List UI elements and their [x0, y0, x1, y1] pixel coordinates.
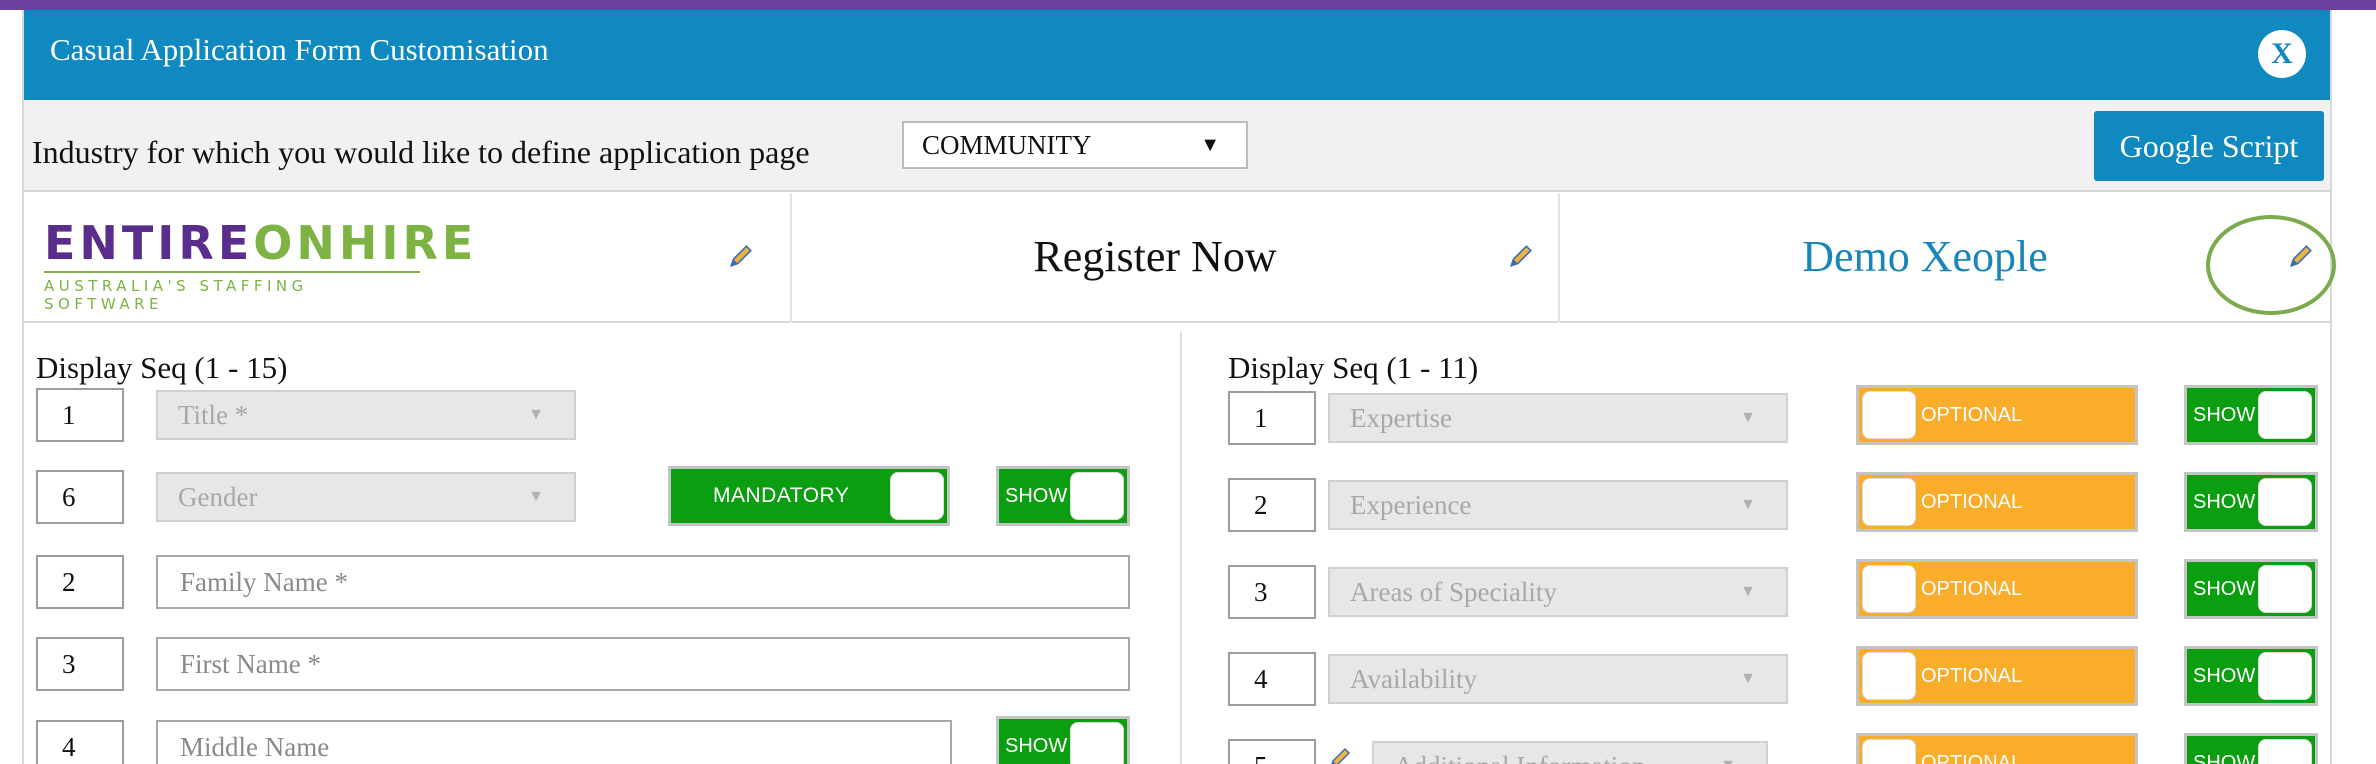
show-toggle[interactable]: SHOW	[2184, 472, 2318, 532]
show-toggle[interactable]: SHOW	[2184, 385, 2318, 445]
column-divider	[1180, 332, 1182, 764]
seq-input[interactable]: 2	[36, 555, 124, 609]
pencil-icon[interactable]	[728, 243, 754, 269]
seq-input[interactable]: 3	[36, 637, 124, 691]
company-logo: ENTIREONHIRE AUSTRALIA'S STAFFING SOFTWA…	[44, 216, 478, 313]
register-heading: Register Now	[1033, 232, 1277, 281]
field-select[interactable]: Experience ▼	[1328, 480, 1788, 530]
show-toggle[interactable]: SHOW	[996, 466, 1130, 526]
field-select[interactable]: Gender ▼	[156, 472, 576, 522]
customisation-modal: Casual Application Form Customisation X …	[22, 10, 2336, 764]
seq-input[interactable]: 1	[1228, 391, 1316, 445]
optional-toggle[interactable]: OPTIONAL	[1856, 733, 2138, 764]
industry-select-value: COMMUNITY	[922, 130, 1092, 160]
pencil-icon[interactable]	[1508, 243, 1534, 269]
family-name-field[interactable]: Family Name *	[156, 555, 1130, 609]
seq-input[interactable]: 2	[1228, 478, 1316, 532]
right-seq-title: Display Seq (1 - 11)	[1228, 350, 1479, 385]
modal-title: Casual Application Form Customisation	[50, 32, 549, 67]
caret-down-icon: ▼	[1740, 583, 1756, 600]
optional-toggle[interactable]: OPTIONAL	[1856, 646, 2138, 706]
caret-down-icon: ▼	[1740, 409, 1756, 426]
middle-name-field[interactable]: Middle Name	[156, 720, 952, 764]
optional-toggle[interactable]: OPTIONAL	[1856, 385, 2138, 445]
seq-input[interactable]: 5	[1228, 739, 1316, 764]
field-select[interactable]: Availability ▼	[1328, 654, 1788, 704]
caret-down-icon: ▼	[528, 406, 544, 423]
highlight-circle	[2206, 215, 2336, 315]
seq-input[interactable]: 1	[36, 388, 124, 442]
seq-input[interactable]: 3	[1228, 565, 1316, 619]
pencil-icon[interactable]	[1328, 746, 1352, 764]
seq-input[interactable]: 6	[36, 470, 124, 524]
caret-down-icon: ▼	[528, 488, 544, 505]
show-toggle[interactable]: SHOW	[2184, 646, 2318, 706]
show-toggle[interactable]: SHOW	[2184, 559, 2318, 619]
industry-select[interactable]: COMMUNITY ▼	[902, 121, 1248, 169]
google-script-button[interactable]: Google Script	[2094, 111, 2324, 181]
company-cell: Demo Xeople	[1560, 193, 2336, 323]
caret-down-icon: ▼	[1720, 743, 1736, 764]
left-seq-title: Display Seq (1 - 15)	[36, 350, 288, 385]
field-select[interactable]: Title * ▼	[156, 390, 576, 440]
caret-down-icon: ▼	[1200, 134, 1220, 156]
industry-label: Industry for which you would like to def…	[32, 134, 810, 170]
register-cell: Register Now	[792, 193, 1560, 323]
logo-cell: ENTIREONHIRE AUSTRALIA'S STAFFING SOFTWA…	[24, 193, 792, 323]
top-accent-bar	[0, 0, 2376, 10]
optional-toggle[interactable]: OPTIONAL	[1856, 559, 2138, 619]
modal-header: Casual Application Form Customisation X	[24, 10, 2330, 100]
mandatory-toggle[interactable]: MANDATORY	[668, 466, 950, 526]
close-button[interactable]: X	[2258, 30, 2306, 78]
show-toggle[interactable]: SHOW	[996, 716, 1130, 764]
first-name-field[interactable]: First Name *	[156, 637, 1130, 691]
field-select[interactable]: Areas of Speciality ▼	[1328, 567, 1788, 617]
seq-input[interactable]: 4	[36, 720, 124, 764]
field-select[interactable]: Additional Information▼	[1372, 741, 1768, 764]
show-toggle[interactable]: SHOW	[2184, 733, 2318, 764]
branding-row: ENTIREONHIRE AUSTRALIA'S STAFFING SOFTWA…	[24, 193, 2336, 323]
pencil-icon[interactable]	[2288, 243, 2314, 269]
caret-down-icon: ▼	[1740, 496, 1756, 513]
optional-toggle[interactable]: OPTIONAL	[1856, 472, 2138, 532]
caret-down-icon: ▼	[1740, 670, 1756, 687]
industry-row: Industry for which you would like to def…	[24, 100, 2330, 192]
seq-input[interactable]: 4	[1228, 652, 1316, 706]
field-select[interactable]: Expertise ▼	[1328, 393, 1788, 443]
